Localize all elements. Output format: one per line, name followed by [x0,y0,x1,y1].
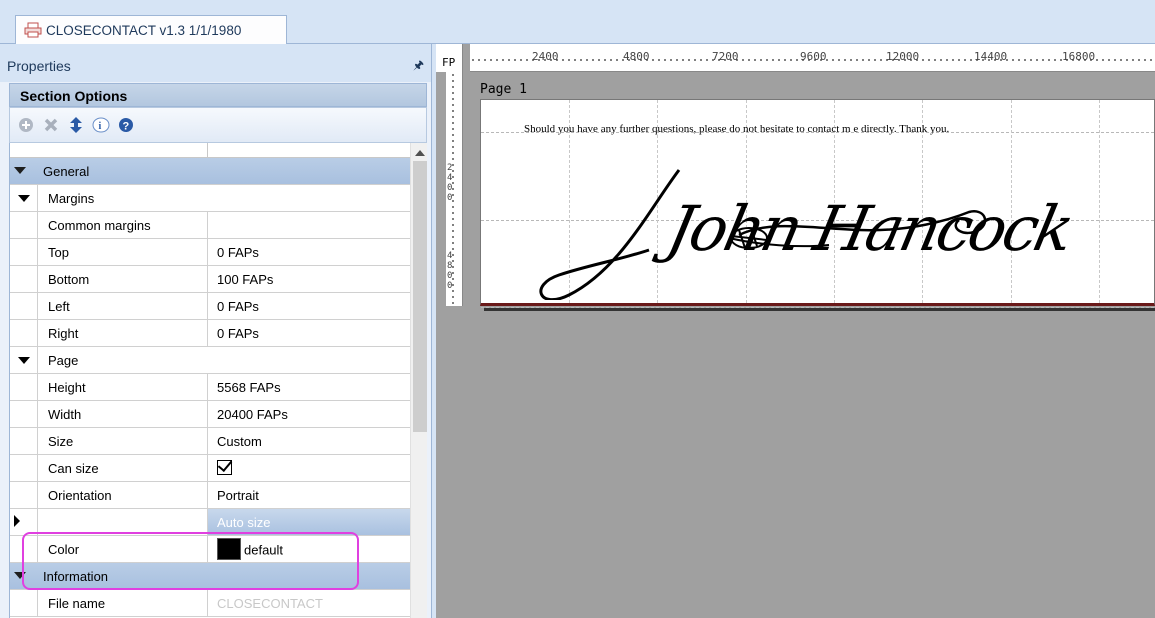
property-value[interactable]: 20400 FAPs [208,401,410,427]
ruler-label: 0 [447,271,453,281]
ruler-label: 4 [447,173,453,183]
property-bottom[interactable]: Bottom 100 FAPs [10,266,410,293]
property-can-size[interactable]: Can size [10,455,410,482]
property-file-name[interactable]: File name CLOSECONTACT [10,590,410,617]
ruler-unit: FP [442,56,456,69]
property-label: Bottom [37,266,208,292]
highlight-annotation [22,532,359,590]
property-value[interactable]: 100 FAPs [208,266,410,292]
scroll-up-icon[interactable] [415,150,425,156]
category-margins[interactable]: Margins [10,185,410,212]
svg-text:?: ? [123,121,130,133]
signature-image[interactable]: John Hancock [529,150,1078,300]
property-value[interactable]: CLOSECONTACT [208,590,410,616]
property-top[interactable]: Top 0 FAPs [10,239,410,266]
ruler-label: 14400 [974,50,1008,63]
property-value[interactable]: 5568 FAPs [208,374,410,400]
property-label: File name [37,590,208,616]
document-tab-label: CLOSECONTACT v1.3 1/1/1980 [46,22,242,38]
property-value[interactable]: 0 FAPs [208,293,410,319]
property-right[interactable]: Right 0 FAPs [10,320,410,347]
property-label: Right [37,320,208,346]
help-icon[interactable]: ? [116,115,136,135]
property-label: Top [37,239,208,265]
ruler-label: 2 [447,163,453,173]
vertical-ruler: 2 4 0 0 4 8 0 0 [446,72,463,306]
section-options-header: Section Options [9,83,427,107]
report-page[interactable]: Should you have any further questions, p… [480,99,1155,308]
category-margins-label: Margins [37,185,410,211]
collapse-icon[interactable] [18,357,30,364]
property-label: Height [37,374,208,400]
property-value[interactable]: Custom [208,428,410,454]
property-label: Orientation [37,482,208,508]
properties-title: Properties [7,58,71,74]
row-selector-icon [14,515,20,527]
section-options-title: Section Options [20,88,128,104]
delete-icon[interactable] [41,115,61,135]
ruler-label: 8 [447,261,453,271]
property-orientation[interactable]: Orientation Portrait [10,482,410,509]
info-icon[interactable]: i [91,115,111,135]
horizontal-ruler: 2400 4800 7200 9600 12000 14400 16800 [470,44,1155,72]
add-icon[interactable] [16,115,36,135]
section-toolbar: i ? [9,107,427,143]
category-page-label: Page [37,347,410,373]
category-general[interactable]: General [10,158,410,185]
signature-text: John Hancock [661,192,1078,265]
ruler-label: 0 [447,193,453,203]
vertical-scrollbar[interactable] [410,143,427,618]
preview-pane: FP 2400 4800 7200 9600 12000 14400 16800… [436,44,1155,618]
property-label: Size [37,428,208,454]
ruler-label: 16800 [1062,50,1096,63]
property-value[interactable] [208,455,410,481]
ruler-label: 12000 [886,50,920,63]
collapse-icon[interactable] [18,195,30,202]
move-icon[interactable] [66,115,86,135]
property-value[interactable]: 0 FAPs [208,320,410,346]
property-width[interactable]: Width 20400 FAPs [10,401,410,428]
category-general-label: General [43,164,90,179]
document-tab-strip: CLOSECONTACT v1.3 1/1/1980 [0,0,1155,44]
page-shadow [484,308,1155,311]
ruler-label: 4 [447,251,453,261]
printer-icon [24,22,42,38]
ruler-label: 4800 [623,50,650,63]
ruler-label: 7200 [712,50,739,63]
ruler-label: 2400 [532,50,559,63]
property-label: Can size [37,455,208,481]
ruler-corner: FP [436,44,463,72]
category-page[interactable]: Page [10,347,410,374]
property-size[interactable]: Size Custom [10,428,410,455]
scrollbar-thumb[interactable] [413,161,427,432]
property-common-margins[interactable]: Common margins [10,212,410,239]
property-height[interactable]: Height 5568 FAPs [10,374,410,401]
collapse-icon[interactable] [14,167,26,174]
ruler-label: 0 [447,281,453,291]
report-body-text[interactable]: Should you have any further questions, p… [524,123,949,135]
pin-icon[interactable]: 🖈 [413,56,424,77]
ruler-label: 9600 [800,50,827,63]
page-label: Page 1 [480,82,527,97]
grid-spacer [10,143,410,158]
ruler-label: 0 [447,183,453,193]
document-tab[interactable]: CLOSECONTACT v1.3 1/1/1980 [15,15,287,44]
property-value[interactable]: 0 FAPs [208,239,410,265]
can-size-checkbox[interactable] [217,460,232,475]
property-label: Common margins [37,212,208,238]
property-label: Width [37,401,208,427]
property-value[interactable] [208,212,410,238]
properties-header: Properties 🖈 [0,44,431,82]
svg-text:i: i [99,121,102,132]
property-left[interactable]: Left 0 FAPs [10,293,410,320]
property-label: Left [37,293,208,319]
property-value[interactable]: Portrait [208,482,410,508]
